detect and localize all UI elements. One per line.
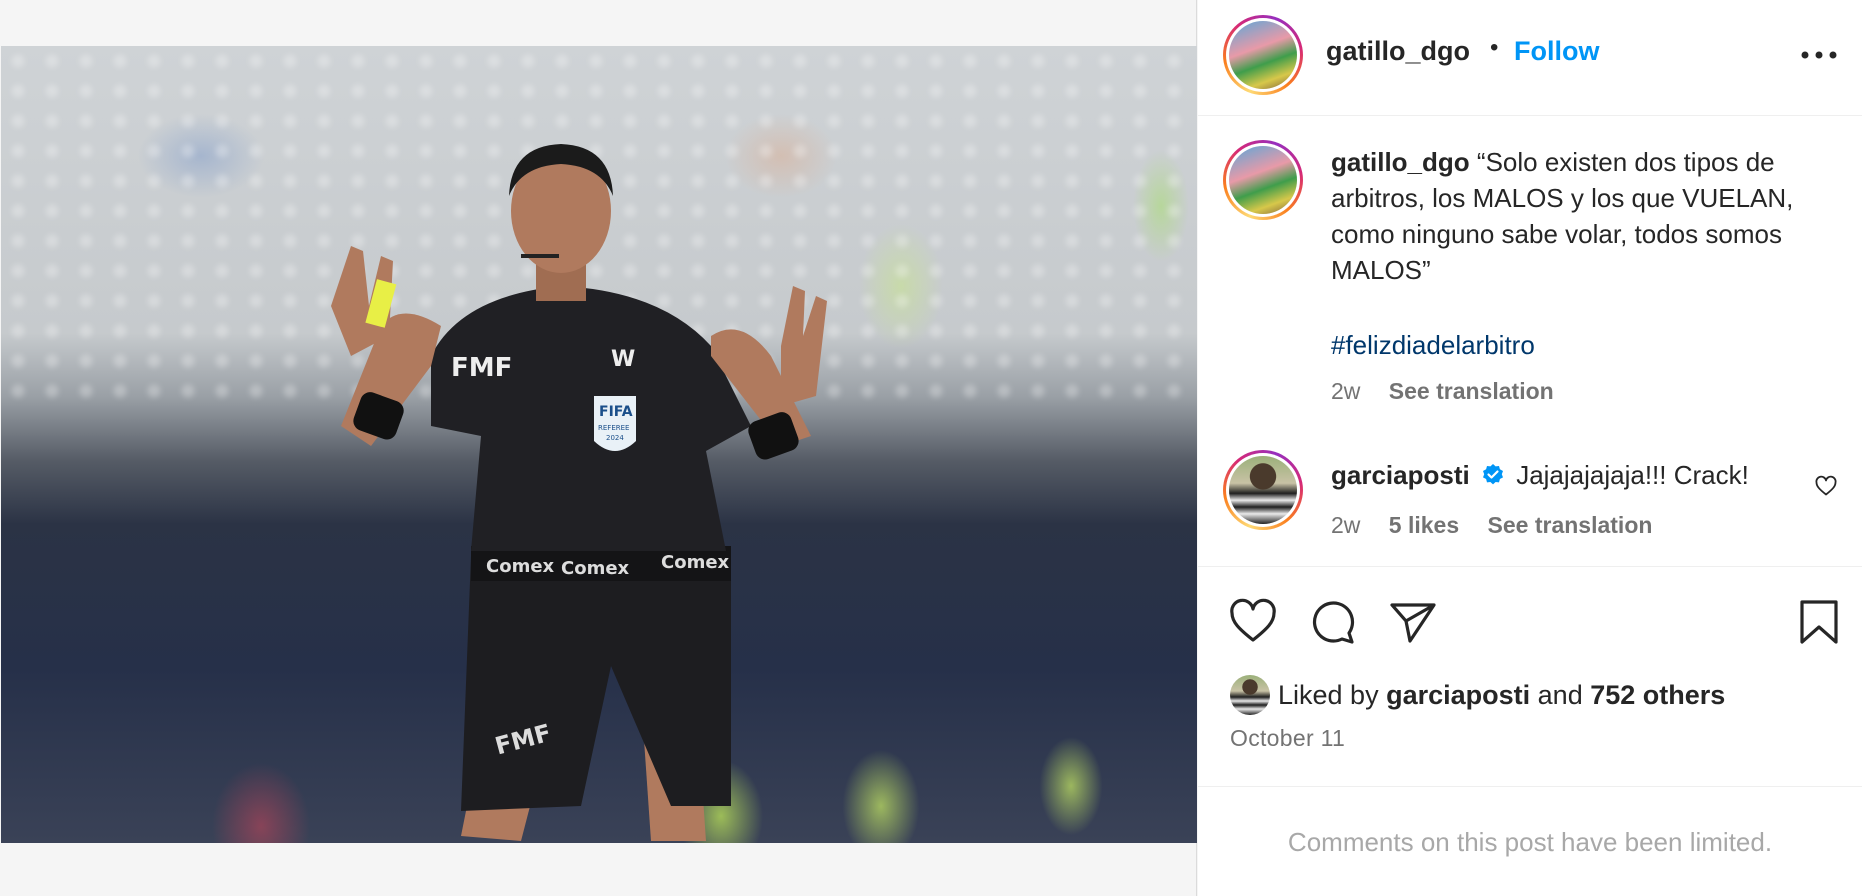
caption-see-translation[interactable]: See translation <box>1389 378 1554 404</box>
comment-line: garciaposti Jajajajajaja!!! Crack! <box>1331 460 1749 491</box>
likes-summary: Liked by garciaposti and 752 others <box>1230 675 1725 715</box>
caption-username[interactable]: gatillo_dgo <box>1331 147 1470 177</box>
likes-others[interactable]: 752 others <box>1590 680 1725 711</box>
svg-text:FIFA: FIFA <box>599 404 633 420</box>
follow-button[interactable]: Follow <box>1514 36 1599 67</box>
comment-text: Jajajajajaja!!! Crack! <box>1516 460 1749 490</box>
comment-meta: 2w 5 likes See translation <box>1331 512 1674 539</box>
commenter-avatar[interactable] <box>1223 450 1303 530</box>
comment-likes[interactable]: 5 likes <box>1389 512 1459 538</box>
separator-dot: • <box>1490 34 1499 61</box>
svg-text:REFEREE: REFEREE <box>598 424 629 432</box>
author-avatar[interactable] <box>1223 15 1303 95</box>
post-date[interactable]: October 11 <box>1230 725 1345 752</box>
likes-user[interactable]: garciaposti <box>1386 680 1530 711</box>
post-photo[interactable]: Comex Comex Comex FMF FMF W FIFA REFEREE… <box>1 46 1197 843</box>
heart-icon[interactable] <box>1228 597 1278 647</box>
referee-figure: Comex Comex Comex FMF FMF W FIFA REFEREE… <box>331 144 827 841</box>
author-username[interactable]: gatillo_dgo <box>1326 36 1470 67</box>
post-actions: Liked by garciaposti and 752 others Octo… <box>1198 566 1862 786</box>
svg-text:Comex: Comex <box>661 552 730 573</box>
share-icon[interactable] <box>1388 597 1438 647</box>
bookmark-icon[interactable] <box>1794 597 1844 647</box>
svg-text:2024: 2024 <box>606 434 624 442</box>
comment-see-translation[interactable]: See translation <box>1488 512 1653 538</box>
comment-age: 2w <box>1331 512 1361 538</box>
likes-prefix: Liked by <box>1278 679 1379 710</box>
comments-limited-text: Comments on this post have been limited. <box>1287 827 1773 857</box>
caption-age: 2w <box>1331 378 1361 404</box>
comment-like-icon[interactable] <box>1814 474 1838 498</box>
liker-avatar[interactable] <box>1230 675 1270 715</box>
verified-badge-icon <box>1482 464 1503 485</box>
post-header: gatillo_dgo • Follow <box>1198 0 1862 116</box>
comment-icon[interactable] <box>1308 597 1358 647</box>
caption-hashtag[interactable]: #felizdiadelarbitro <box>1331 330 1535 361</box>
more-options-icon[interactable] <box>1796 40 1842 70</box>
post-sidebar: gatillo_dgo • Follow gatillo_dgo “Solo e… <box>1198 0 1862 896</box>
caption-meta: 2w See translation <box>1331 378 1576 405</box>
svg-text:W: W <box>611 347 635 372</box>
svg-text:Comex: Comex <box>561 558 630 579</box>
media-pane: Comex Comex Comex FMF FMF W FIFA REFEREE… <box>0 0 1197 896</box>
comments-limited-notice: Comments on this post have been limited. <box>1198 786 1862 896</box>
caption-avatar[interactable] <box>1223 140 1303 220</box>
svg-text:FMF: FMF <box>451 353 512 383</box>
svg-text:Comex: Comex <box>486 556 555 577</box>
likes-conj: and <box>1537 679 1583 710</box>
caption-text: gatillo_dgo “Solo existen dos tipos de a… <box>1331 144 1831 288</box>
commenter-username[interactable]: garciaposti <box>1331 460 1470 490</box>
